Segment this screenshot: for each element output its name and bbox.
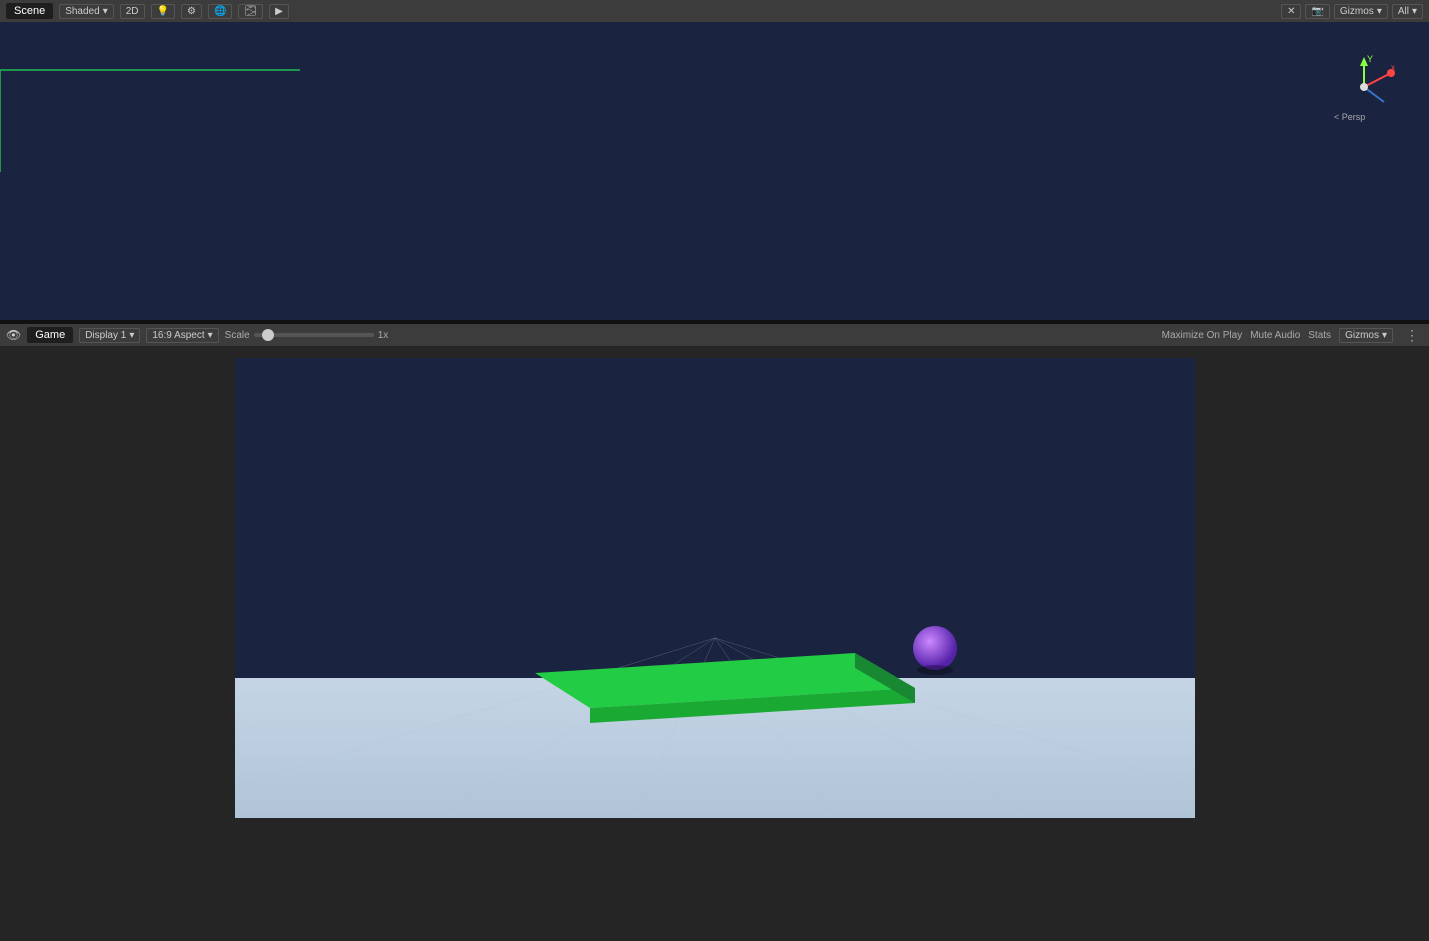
scene-viewport[interactable]: Y x < Persp (0, 22, 1429, 320)
scene-toolbar: Scene Shaded ▾ 2D 💡 ⚙ 🌐 🌫 ▶ ✕ 📷 Gizmos ▾… (0, 0, 1429, 22)
game-tab[interactable]: Game (27, 327, 73, 343)
lighting-icon-button[interactable]: 💡 (151, 4, 175, 19)
scene-grid (0, 22, 300, 172)
game-toolbar: 👁 Game Display 1 ▾ 16:9 Aspect ▾ Scale 1… (0, 324, 1429, 346)
all-layers-button[interactable]: All ▾ (1392, 4, 1423, 19)
display-dropdown[interactable]: Display 1 ▾ (79, 328, 140, 343)
anim-icon-button[interactable]: ▶ (269, 4, 289, 19)
game-viewport-wrapper (0, 346, 1429, 941)
game-viewport (235, 358, 1195, 818)
aspect-dropdown[interactable]: 16:9 Aspect ▾ (146, 328, 218, 343)
2d-button[interactable]: 2D (120, 4, 145, 19)
svg-text:Y: Y (1367, 54, 1373, 64)
game-toolbar-right: Maximize On Play Mute Audio Stats Gizmos… (1162, 327, 1423, 344)
chevron-icon: ▾ (208, 330, 213, 341)
mute-audio-label[interactable]: Mute Audio (1250, 330, 1300, 341)
fog-icon-button[interactable]: 🌫 (238, 4, 263, 19)
svg-text:x: x (1391, 63, 1395, 72)
chevron-icon: ▾ (103, 6, 108, 17)
gizmos-button[interactable]: Gizmos ▾ (1334, 4, 1388, 19)
scene-right-tools: ✕ 📷 Gizmos ▾ All ▾ (1281, 4, 1423, 19)
game-panel: 👁 Game Display 1 ▾ 16:9 Aspect ▾ Scale 1… (0, 324, 1429, 941)
shading-dropdown[interactable]: Shaded ▾ (59, 4, 114, 19)
more-options-icon[interactable]: ⋮ (1401, 327, 1423, 344)
scale-track[interactable] (254, 333, 374, 337)
gizmo-widget: Y x < Persp (1329, 52, 1399, 122)
cross-tool[interactable]: ✕ (1281, 4, 1301, 19)
stats-label[interactable]: Stats (1308, 330, 1331, 341)
chevron-icon: ▾ (1377, 6, 1382, 17)
scale-slider-container: Scale 1x (225, 330, 389, 341)
chevron-icon: ▾ (129, 330, 134, 341)
maximize-on-play-label[interactable]: Maximize On Play (1162, 330, 1243, 341)
fx-icon-button[interactable]: ⚙ (181, 4, 202, 19)
chevron-icon: ▾ (1412, 6, 1417, 17)
camera-tool[interactable]: 📷 (1305, 4, 1329, 19)
chevron-icon: ▾ (1382, 330, 1387, 341)
scene-panel: Scene Shaded ▾ 2D 💡 ⚙ 🌐 🌫 ▶ ✕ 📷 Gizmos ▾… (0, 0, 1429, 320)
skybox-icon-button[interactable]: 🌐 (208, 4, 232, 19)
svg-text:< Persp: < Persp (1334, 112, 1365, 122)
scene-tab[interactable]: Scene (6, 3, 53, 19)
game-tab-icon: 👁 (6, 328, 21, 342)
gizmos-game-button[interactable]: Gizmos ▾ (1339, 328, 1393, 343)
scale-thumb[interactable] (262, 329, 274, 341)
